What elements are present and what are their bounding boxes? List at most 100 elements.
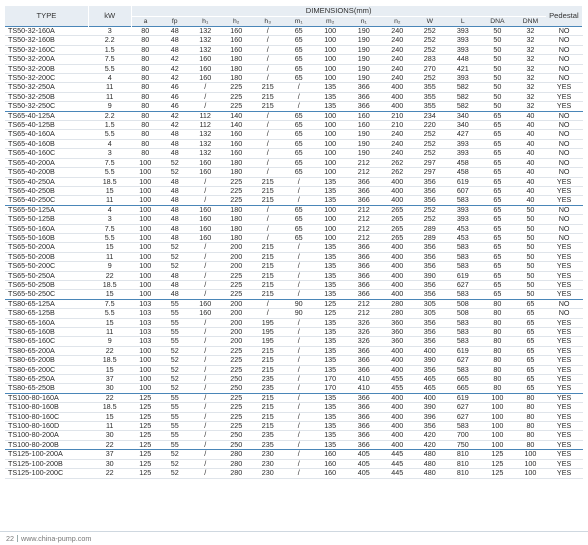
table-cell: 215 [251, 242, 284, 253]
table-cell: 265 [381, 214, 414, 225]
table-cell: 619 [446, 177, 480, 187]
table-cell: 50 [515, 289, 546, 300]
table-cell: 508 [446, 299, 480, 310]
table-cell: 356 [413, 186, 447, 197]
table-cell: / [283, 289, 314, 300]
table-cell: 400 [381, 92, 414, 103]
header-dim-col: n₂ [381, 16, 414, 27]
table-cell: 180 [220, 73, 252, 84]
header-dim-col: h₂ [220, 16, 252, 27]
table-cell: 7.5 [88, 299, 132, 310]
table-cell: 80 [479, 308, 516, 319]
table-cell: 50 [515, 242, 546, 253]
table-cell: 65 [515, 327, 546, 338]
table-cell: 50 [515, 214, 546, 225]
table-row: TS65-40-200A 7.5 100 52 160 180/65 100 212 262 29… [5, 158, 583, 169]
header-dim-col: L [446, 16, 480, 27]
table-cell: / [251, 224, 284, 234]
table-cell: / [283, 92, 314, 103]
table-cell: 340 [446, 120, 480, 131]
table-cell: 619 [446, 393, 480, 404]
table-cell: 583 [446, 261, 480, 272]
table-cell: 453 [446, 224, 480, 234]
table-cell: 212 [346, 233, 382, 244]
table-cell: 215 [251, 252, 284, 263]
table-row: TS80-65-250A 37 100 52/250 235/170 410 455 465 6… [5, 374, 583, 385]
table-cell: / [189, 252, 221, 263]
table-cell: 160 [313, 459, 347, 470]
table-cell: / [189, 383, 221, 394]
table-cell: 65 [283, 111, 314, 122]
table-cell: 7.5 [88, 158, 132, 169]
table-cell: 40 [515, 167, 546, 178]
table-cell: 65 [515, 346, 546, 357]
table-cell: 11 [88, 252, 132, 263]
table-cell: / [189, 402, 221, 413]
table-cell: 420 [413, 430, 447, 441]
table-cell: 22 [88, 346, 132, 357]
table-cell: 100 [515, 449, 546, 460]
cell-type: TS65-40-160A [5, 129, 89, 140]
table-cell: 280 [381, 308, 414, 319]
table-cell: 180 [220, 224, 252, 234]
table-cell: 400 [381, 280, 414, 291]
table-cell: 297 [413, 158, 447, 169]
table-cell: 22 [88, 271, 132, 281]
table-cell: 215 [251, 195, 284, 206]
table-cell: 252 [413, 25, 447, 37]
table-cell: 48 [159, 45, 190, 56]
table-cell: 400 [381, 101, 414, 112]
table-cell: 215 [251, 101, 284, 112]
table-row: TS80-65-200B 18.5 100 52/225 215/135 366 400 39… [5, 355, 583, 366]
cell-type: TS65-50-200C [5, 261, 89, 272]
table-cell: 190 [346, 129, 382, 140]
table-cell: 100 [313, 73, 347, 84]
table-cell: 100 [131, 346, 160, 357]
table-cell: 132 [189, 129, 221, 140]
table-cell: / [189, 271, 221, 281]
table-cell: 100 [479, 412, 516, 423]
header-dim-col: h₃ [251, 16, 284, 27]
table-cell: 65 [479, 186, 516, 197]
cell-pedestal: YES [545, 440, 583, 451]
table-cell: 65 [479, 252, 516, 263]
table-cell: 458 [446, 167, 480, 178]
table-cell: 356 [413, 289, 447, 300]
table-cell: 65 [515, 318, 546, 329]
table-cell: 225 [220, 393, 252, 404]
table-cell: 400 [381, 346, 414, 357]
table-cell: 400 [381, 195, 414, 206]
table-cell: / [283, 412, 314, 423]
table-row: TS80-65-160A 15 103 55/200 195/135 326 360 356 5… [5, 318, 583, 329]
cell-pedestal: YES [545, 336, 583, 347]
cell-type: TS125-100-200B [5, 459, 89, 470]
cell-type: TS65-50-125A [5, 205, 89, 216]
table-cell: 180 [220, 158, 252, 169]
cell-pedestal: NO [545, 158, 583, 169]
table-cell: 135 [313, 393, 347, 404]
table-cell: 607 [446, 186, 480, 197]
table-cell: 46 [159, 82, 190, 93]
table-cell: 326 [346, 336, 382, 347]
table-cell: 583 [446, 289, 480, 300]
table-cell: 80 [479, 299, 516, 310]
table-cell: 50 [479, 54, 516, 65]
cell-type: TS65-40-125A [5, 111, 89, 122]
table-cell: / [189, 289, 221, 300]
table-cell: 52 [159, 355, 190, 366]
cell-type: TS65-50-200A [5, 242, 89, 253]
cell-pedestal: YES [545, 252, 583, 263]
table-cell: 240 [381, 148, 414, 159]
table-cell: 11 [88, 421, 132, 432]
table-cell: 3 [88, 25, 132, 37]
table-cell: 326 [346, 318, 382, 329]
table-row: TS100-80-160D 11 125 55/225 215/135 366 400 356… [5, 421, 583, 432]
table-cell: 160 [313, 468, 347, 479]
table-cell: 270 [413, 64, 447, 75]
table-cell: 52 [159, 167, 190, 178]
table-cell: 100 [131, 271, 160, 281]
table-cell: 65 [479, 120, 516, 131]
table-row: TS65-50-250C 15 100 48/225 215/135 366 400 356 5… [5, 289, 583, 300]
table-row: TS80-65-200C 15 100 52/225 215/135 366 400 356 5… [5, 365, 583, 376]
table-cell: 50 [479, 101, 516, 112]
